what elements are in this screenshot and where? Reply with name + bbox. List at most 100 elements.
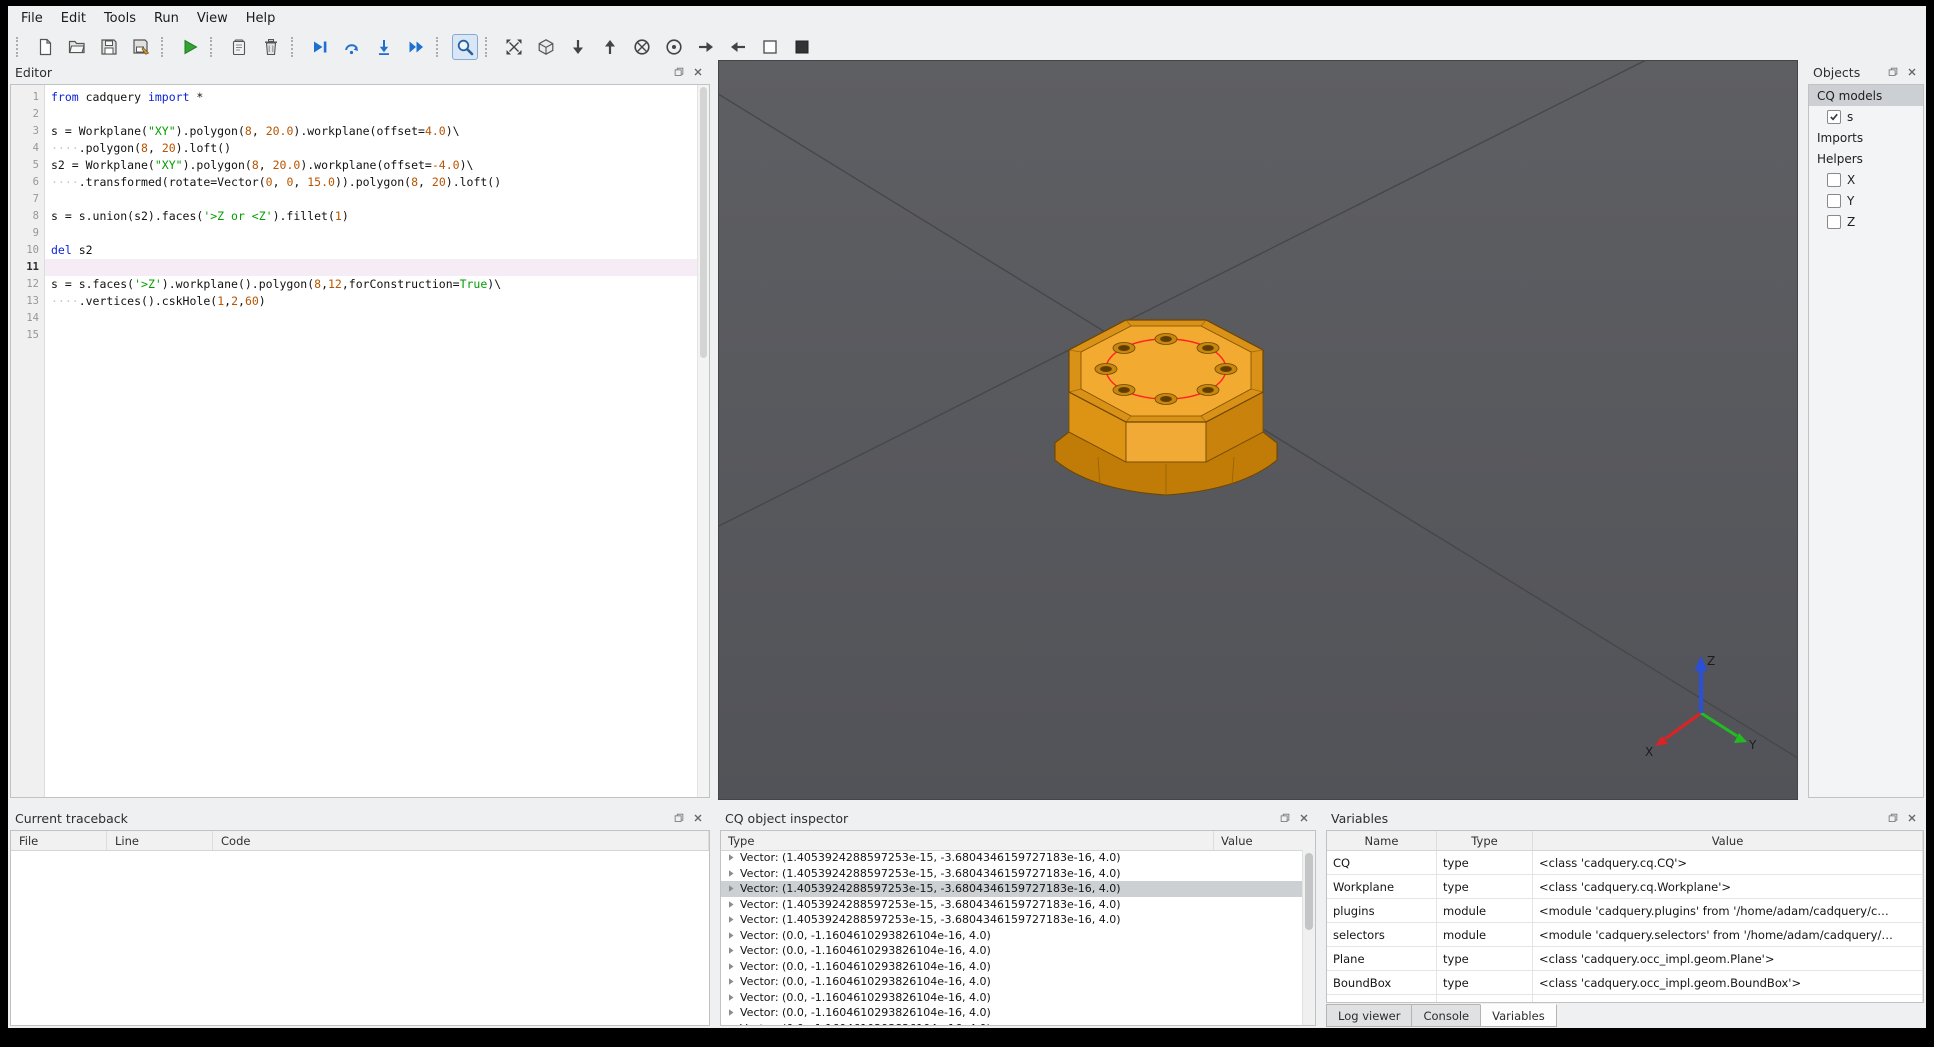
save-as-button[interactable] bbox=[128, 34, 154, 60]
expand-arrow-icon[interactable] bbox=[727, 962, 735, 971]
traceback-column-code[interactable]: Code bbox=[213, 831, 709, 850]
menu-run[interactable]: Run bbox=[145, 8, 188, 29]
expand-arrow-icon[interactable] bbox=[727, 1008, 735, 1017]
debug-run-button[interactable] bbox=[307, 34, 333, 60]
expand-arrow-icon[interactable] bbox=[727, 1024, 735, 1025]
close-panel-button[interactable] bbox=[1297, 811, 1311, 825]
inspector-rows[interactable]: Vector: (1.4053924288597253e-15, -3.6804… bbox=[721, 850, 1303, 1025]
view-front-button[interactable] bbox=[629, 34, 655, 60]
code-line[interactable] bbox=[45, 259, 697, 276]
expand-arrow-icon[interactable] bbox=[727, 884, 735, 893]
debug-step-button[interactable] bbox=[339, 34, 365, 60]
variables-row-boundbox[interactable]: BoundBox type <class 'cadquery.occ_impl.ge… bbox=[1327, 971, 1923, 995]
new-file-button[interactable] bbox=[32, 34, 58, 60]
inspector-column-value[interactable]: Value bbox=[1213, 831, 1315, 850]
zoom-button[interactable] bbox=[452, 34, 478, 60]
float-panel-button[interactable] bbox=[1886, 811, 1900, 825]
inspector-row[interactable]: Vector: (0.0, -1.1604610293826104e-16, 4… bbox=[721, 1005, 1303, 1021]
expand-arrow-icon[interactable] bbox=[727, 946, 735, 955]
expand-arrow-icon[interactable] bbox=[727, 931, 735, 940]
tree-item-cq-models[interactable]: CQ models bbox=[1809, 85, 1923, 106]
code-line[interactable] bbox=[45, 310, 697, 327]
variables-row-workplane[interactable]: Workplane type <class 'cadquery.cq.Workpla… bbox=[1327, 875, 1923, 899]
menu-tools[interactable]: Tools bbox=[95, 8, 145, 29]
objects-tree[interactable]: CQ models s Imports Helpers X Y Z bbox=[1808, 84, 1924, 798]
render-button[interactable] bbox=[177, 34, 203, 60]
editor-scrollbar[interactable] bbox=[697, 85, 709, 797]
variables-row-selectors[interactable]: selectors module <module 'cadquery.selecto… bbox=[1327, 923, 1923, 947]
variables-row-plane[interactable]: Plane type <class 'cadquery.occ_impl.geom.… bbox=[1327, 947, 1923, 971]
menu-view[interactable]: View bbox=[188, 8, 237, 29]
menu-edit[interactable]: Edit bbox=[52, 8, 95, 29]
copy-button[interactable] bbox=[226, 34, 252, 60]
viewport-3d[interactable]: X Y Z bbox=[718, 60, 1798, 800]
view-left-button[interactable] bbox=[725, 34, 751, 60]
float-panel-button[interactable] bbox=[672, 65, 686, 79]
code-line[interactable]: s2 = Workplane("XY").polygon(8, 20.0).wo… bbox=[45, 157, 697, 174]
tree-item-s[interactable]: s bbox=[1809, 106, 1923, 127]
inspector-row[interactable]: Vector: (1.4053924288597253e-15, -3.6804… bbox=[721, 881, 1303, 897]
tree-item-y[interactable]: Y bbox=[1809, 190, 1923, 211]
checkbox[interactable] bbox=[1827, 214, 1841, 229]
close-panel-button[interactable] bbox=[691, 65, 705, 79]
expand-arrow-icon[interactable] bbox=[727, 853, 735, 862]
code-line[interactable]: s = s.faces('>Z').workplane().polygon(8,… bbox=[45, 276, 697, 293]
code-line[interactable]: ····.transformed(rotate=Vector(0, 0, 15.… bbox=[45, 174, 697, 191]
wireframe-button[interactable] bbox=[757, 34, 783, 60]
tab-console[interactable]: Console bbox=[1411, 1004, 1482, 1027]
tab-variables[interactable]: Variables bbox=[1480, 1004, 1557, 1027]
variables-column-name[interactable]: Name bbox=[1327, 831, 1437, 850]
inspector-row[interactable]: Vector: (0.0, -1.1604610293826104e-16, 4… bbox=[721, 928, 1303, 944]
variables-row-cq[interactable]: CQ type <class 'cadquery.cq.CQ'> bbox=[1327, 851, 1923, 875]
tree-item-x[interactable]: X bbox=[1809, 169, 1923, 190]
viewport-canvas[interactable]: X Y Z bbox=[719, 61, 1797, 799]
code-line[interactable]: from cadquery import * bbox=[45, 89, 697, 106]
checkbox[interactable] bbox=[1827, 193, 1841, 208]
menu-help[interactable]: Help bbox=[237, 8, 285, 29]
inspector-row[interactable]: Vector: (0.0, -1.1604610293826104e-16, 4… bbox=[721, 959, 1303, 975]
code-lines[interactable]: from cadquery import * s = Workplane("XY"… bbox=[45, 85, 697, 797]
tab-log-viewer[interactable]: Log viewer bbox=[1326, 1004, 1413, 1027]
tree-item-imports[interactable]: Imports bbox=[1809, 127, 1923, 148]
expand-arrow-icon[interactable] bbox=[727, 869, 735, 878]
code-line[interactable] bbox=[45, 106, 697, 123]
open-button[interactable] bbox=[64, 34, 90, 60]
debug-continue-button[interactable] bbox=[403, 34, 429, 60]
cad-model[interactable] bbox=[1054, 319, 1278, 496]
fit-view-button[interactable] bbox=[501, 34, 527, 60]
inspector-row[interactable]: Vector: (0.0, -1.1604610293826104e-16, 4… bbox=[721, 974, 1303, 990]
inspector-row[interactable]: Vector: (1.4053924288597253e-15, -3.6804… bbox=[721, 850, 1303, 866]
code-line[interactable] bbox=[45, 191, 697, 208]
expand-arrow-icon[interactable] bbox=[727, 993, 735, 1002]
close-panel-button[interactable] bbox=[1905, 811, 1919, 825]
inspector-column-type[interactable]: Type bbox=[721, 831, 1213, 850]
checkbox[interactable] bbox=[1827, 172, 1841, 187]
traceback-column-file[interactable]: File bbox=[11, 831, 107, 850]
expand-arrow-icon[interactable] bbox=[727, 977, 735, 986]
tree-item-helpers[interactable]: Helpers bbox=[1809, 148, 1923, 169]
inspector-row[interactable]: Vector: (1.4053924288597253e-15, -3.6804… bbox=[721, 897, 1303, 913]
debug-step-in-button[interactable] bbox=[371, 34, 397, 60]
code-line[interactable]: ····.vertices().cskHole(1,2,60) bbox=[45, 293, 697, 310]
variables-column-type[interactable]: Type bbox=[1437, 831, 1533, 850]
code-line[interactable] bbox=[45, 225, 697, 242]
code-line[interactable]: s = s.union(s2).faces('>Z or <Z').fillet… bbox=[45, 208, 697, 225]
variables-column-value[interactable]: Value bbox=[1533, 831, 1923, 850]
inspector-row[interactable]: Vector: (1.4053924288597253e-15, -3.6804… bbox=[721, 912, 1303, 928]
inspector-scrollbar[interactable] bbox=[1302, 850, 1315, 1025]
iso-view-button[interactable] bbox=[533, 34, 559, 60]
menu-file[interactable]: File bbox=[12, 8, 52, 29]
tree-item-z[interactable]: Z bbox=[1809, 211, 1923, 232]
save-button[interactable] bbox=[96, 34, 122, 60]
delete-button[interactable] bbox=[258, 34, 284, 60]
float-panel-button[interactable] bbox=[1278, 811, 1292, 825]
view-back-button[interactable] bbox=[661, 34, 687, 60]
shaded-button[interactable] bbox=[789, 34, 815, 60]
checkbox[interactable] bbox=[1827, 109, 1841, 124]
code-editor[interactable]: 1 2 3 4 5 6 7 8 9 10 11 12 13 14 15 from cadquery impo… bbox=[10, 84, 710, 798]
view-top-button[interactable] bbox=[597, 34, 623, 60]
variables-row-plugins[interactable]: plugins module <module 'cadquery.plugins' … bbox=[1327, 899, 1923, 923]
expand-arrow-icon[interactable] bbox=[727, 915, 735, 924]
close-panel-button[interactable] bbox=[691, 811, 705, 825]
code-line[interactable] bbox=[45, 327, 697, 344]
